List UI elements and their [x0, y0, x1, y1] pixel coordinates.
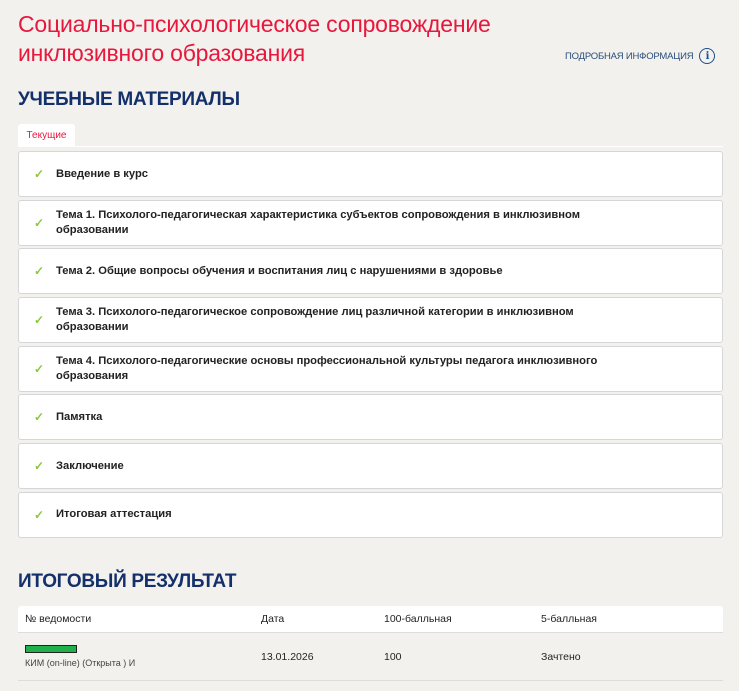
material-item-label: Тема 1. Психолого-педагогическая характе…	[56, 208, 581, 236]
material-item[interactable]: ✓ Тема 4. Психолого-педагогические основы…	[18, 345, 723, 392]
score5-cell: Зачтено	[541, 650, 581, 663]
material-item-label: Тема 4. Психолого-педагогические основы …	[56, 354, 598, 382]
check-icon: ✓	[34, 361, 45, 376]
progress-fill	[26, 646, 76, 652]
more-info-label: ПОДРОБНАЯ ИНФОРМАЦИЯ	[565, 50, 694, 62]
col-date: Дата	[261, 613, 285, 625]
materials-list: ✓ Введение в курс ✓ Тема 1. Психолого-педаг…	[18, 151, 723, 541]
tab-divider	[18, 146, 723, 147]
check-icon: ✓	[34, 264, 45, 279]
check-icon: ✓	[34, 459, 45, 474]
material-item[interactable]: ✓ Заключение	[18, 443, 723, 490]
progress-bar	[25, 645, 77, 653]
material-item[interactable]: ✓ Тема 1. Психолого-педагогическая характ…	[18, 199, 723, 246]
check-icon: ✓	[34, 167, 45, 181]
tab-current[interactable]: Текущие	[18, 124, 75, 146]
material-item-label: Введение в курс	[56, 167, 149, 180]
col-score100: 100-балльная	[384, 613, 452, 625]
material-item-label: Памятка	[56, 410, 103, 423]
course-title: Социально-психологическое сопровождение …	[18, 11, 491, 66]
check-icon: ✓	[34, 507, 45, 522]
col-sheet: № ведомости	[25, 613, 92, 625]
table-header: № ведомости Дата 100-балльная 5-балльная	[18, 606, 723, 633]
materials-heading: УЧЕБНЫЕ МАТЕРИАЛЫ	[18, 89, 240, 110]
result-heading: ИТОГОВЫЙ РЕЗУЛЬТАТ	[18, 571, 237, 592]
material-item[interactable]: ✓ Итоговая аттестация	[18, 491, 723, 538]
material-item[interactable]: ✓ Памятка	[18, 394, 723, 441]
check-icon: ✓	[34, 410, 45, 425]
date-cell: 13.01.2026	[261, 650, 314, 663]
material-item-label: Итоговая аттестация	[56, 508, 172, 521]
sheet-name: КИМ (on-line) (Открыта ) И	[25, 658, 136, 668]
material-item[interactable]: ✓ Введение в курс	[18, 151, 723, 197]
material-item-label: Тема 2. Общие вопросы обучения и воспита…	[56, 264, 503, 277]
check-icon: ✓	[34, 215, 45, 230]
material-item[interactable]: ✓ Тема 3. Психолого-педагогическое сопров…	[18, 297, 723, 344]
material-item-label: Тема 3. Психолого-педагогическое сопрово…	[56, 306, 574, 334]
material-item[interactable]: ✓ Тема 2. Общие вопросы обучения и воспит…	[18, 248, 723, 295]
check-icon: ✓	[34, 313, 45, 328]
table-row: КИМ (on-line) (Открыта ) И 13.01.2026 10…	[18, 633, 723, 681]
col-score5: 5-балльная	[541, 613, 597, 625]
score100-cell: 100	[384, 650, 402, 663]
info-icon: i	[699, 48, 716, 64]
material-item-label: Заключение	[56, 459, 124, 472]
result-table: № ведомости Дата 100-балльная 5-балльная…	[18, 606, 723, 681]
more-info-link[interactable]: ПОДРОБНАЯ ИНФОРМАЦИЯ i	[565, 48, 716, 64]
